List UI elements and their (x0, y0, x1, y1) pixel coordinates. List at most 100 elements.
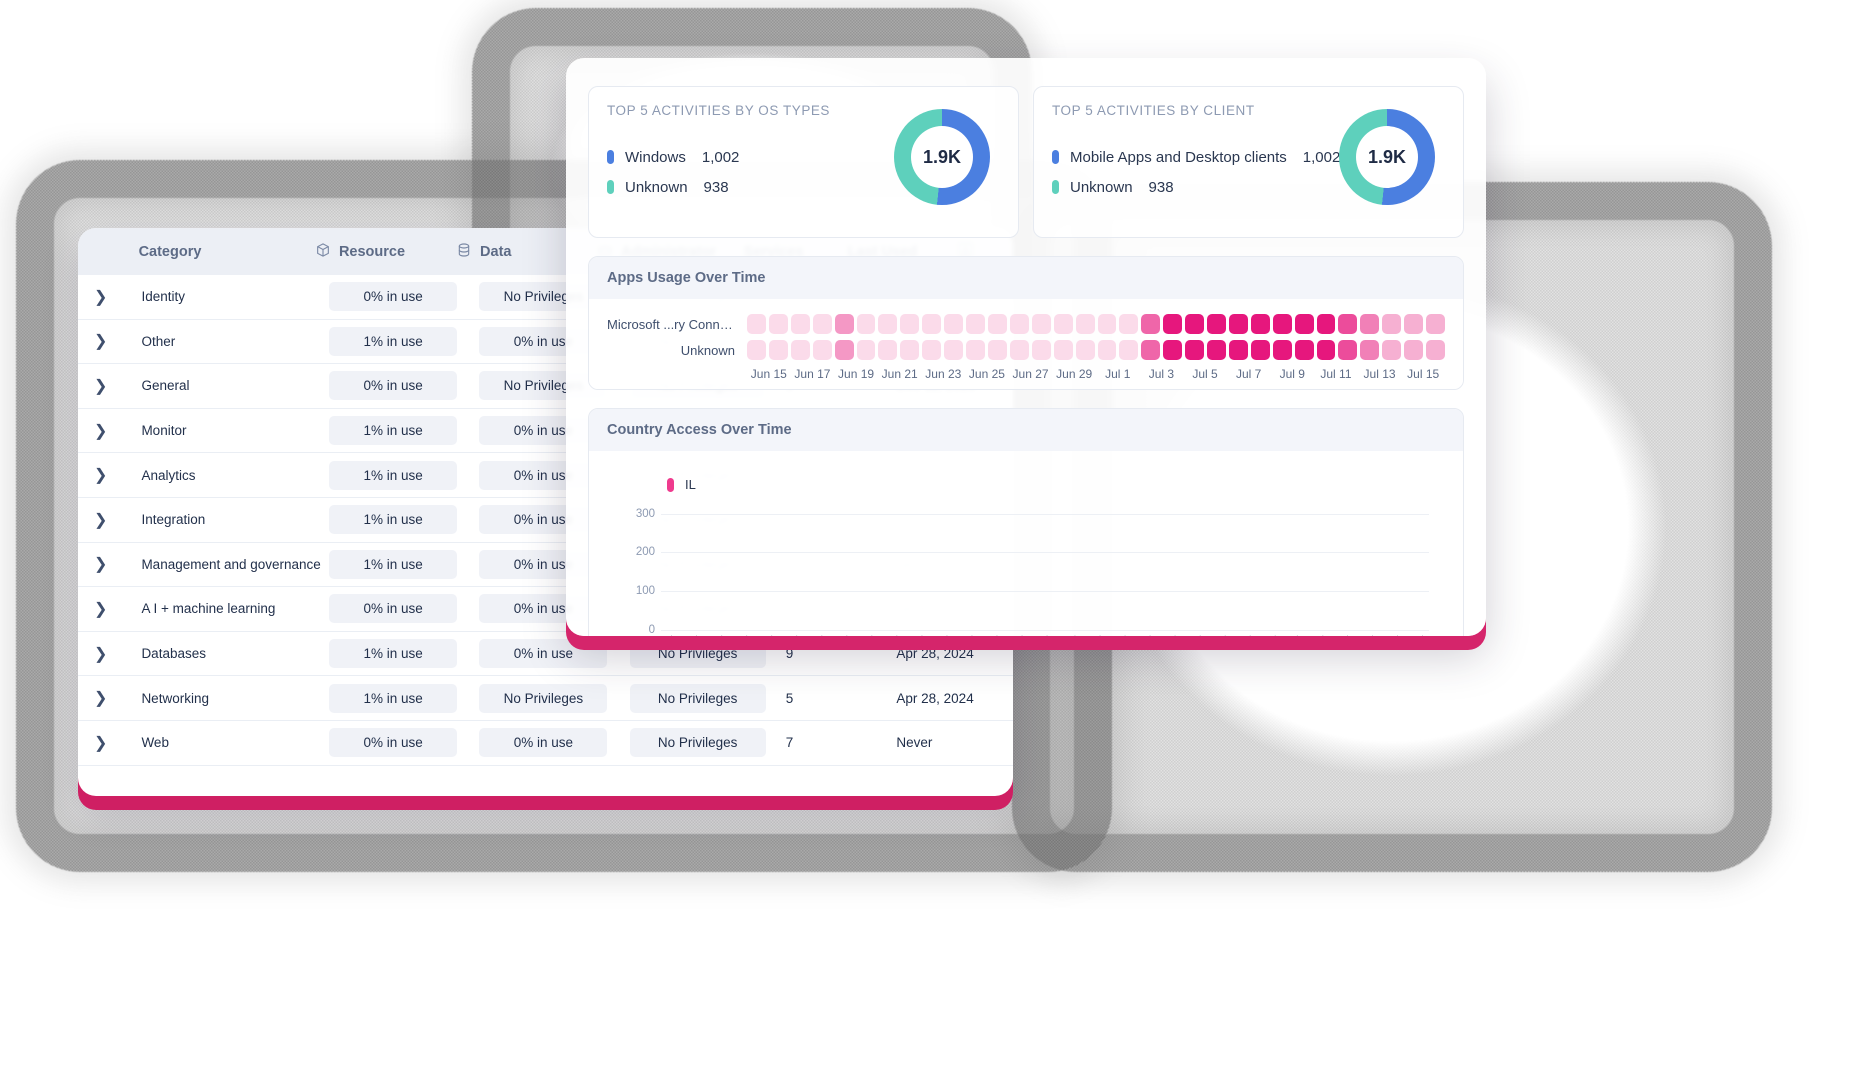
table-row[interactable]: ❯ Databases 1% in use 0% in use No Privilege… (78, 632, 1013, 677)
heatmap-cell[interactable] (856, 340, 876, 360)
heatmap-cell[interactable] (1207, 314, 1226, 334)
heatmap-cell[interactable] (790, 314, 810, 334)
heatmap-x-axis: Jun 15 Jun 17 Jun 19 Jun 21 Jun 23 Jun 25 Jun … (747, 367, 1445, 381)
heatmap-cell[interactable] (1316, 340, 1336, 360)
heatmap-cell[interactable] (747, 314, 766, 334)
legend-label: IL (685, 477, 696, 492)
expand-row-chevron-icon[interactable]: ❯ (94, 331, 141, 351)
heatmap-cell[interactable] (1272, 314, 1292, 334)
heatmap-cell[interactable] (1294, 340, 1314, 360)
heatmap-cell[interactable] (768, 314, 788, 334)
heatmap-cell[interactable] (1426, 314, 1445, 334)
cell-category: Databases (141, 646, 206, 662)
heatmap-cell[interactable] (1207, 340, 1226, 360)
heatmap-cell[interactable] (1053, 314, 1073, 334)
heatmap-cell[interactable] (1097, 314, 1117, 334)
heatmap-cell[interactable] (900, 340, 920, 360)
heatmap-cell[interactable] (966, 314, 985, 334)
donut-chart-os[interactable]: 1.9K (894, 109, 990, 205)
heatmap-cell[interactable] (1338, 340, 1358, 360)
heatmap-cell[interactable] (944, 314, 964, 334)
heatmap-cell[interactable] (812, 314, 832, 334)
donut-chart-client[interactable]: 1.9K (1339, 109, 1435, 205)
country-chart-legend[interactable]: IL (607, 463, 1445, 494)
table-row[interactable]: ❯ Networking 1% in use No Privileges No Priv… (78, 676, 1013, 721)
donut-total-label: 1.9K (1367, 146, 1407, 167)
heatmap-cell[interactable] (1404, 340, 1424, 360)
heatmap-cell[interactable] (944, 340, 964, 360)
table-header-resource[interactable]: Resource (315, 242, 456, 262)
heatmap-cell[interactable] (1163, 314, 1183, 334)
heatmap-cell[interactable] (878, 340, 898, 360)
expand-row-chevron-icon[interactable]: ❯ (94, 287, 141, 307)
heatmap-cell[interactable] (1141, 314, 1161, 334)
table-row[interactable]: ❯ Web 0% in use 0% in use No Privileges 7 Neve… (78, 721, 1013, 766)
heatmap-cell[interactable] (1294, 314, 1314, 334)
heatmap-cell[interactable] (1119, 340, 1139, 360)
cell-resource: 0% in use (329, 728, 479, 758)
expand-row-chevron-icon[interactable]: ❯ (94, 688, 141, 708)
heatmap-cell[interactable] (922, 340, 942, 360)
heatmap-cell[interactable] (1338, 314, 1358, 334)
heatmap-cell[interactable] (834, 340, 854, 360)
heatmap-cell[interactable] (1009, 340, 1029, 360)
heatmap-cell[interactable] (1031, 314, 1051, 334)
heatmap-cell[interactable] (1119, 314, 1139, 334)
heatmap-cell[interactable] (768, 340, 788, 360)
expand-row-chevron-icon[interactable]: ❯ (94, 376, 141, 396)
cell-services: 9 (785, 646, 794, 662)
expand-row-chevron-icon[interactable]: ❯ (94, 510, 141, 530)
heatmap-cell[interactable] (812, 340, 832, 360)
heatmap-cell[interactable] (1185, 340, 1205, 360)
cell-resource: 1% in use (329, 326, 479, 356)
heatmap-rows: Microsoft ...ry Connect Unknown (607, 311, 1445, 363)
heatmap-cell[interactable] (1009, 314, 1029, 334)
heatmap-cell[interactable] (1360, 314, 1380, 334)
heatmap-cell[interactable] (1141, 340, 1161, 360)
heatmap-cell[interactable] (1228, 340, 1248, 360)
heatmap-cell[interactable] (1075, 314, 1095, 334)
heatmap-cell[interactable] (1316, 314, 1336, 334)
cube-icon (315, 242, 331, 262)
heatmap-cell[interactable] (878, 314, 898, 334)
heatmap-cell[interactable] (922, 314, 942, 334)
heatmap-cell[interactable] (1053, 340, 1073, 360)
cell-resource: 0% in use (329, 371, 479, 401)
heatmap-cell[interactable] (1185, 314, 1205, 334)
heatmap-cell[interactable] (1031, 340, 1051, 360)
heatmap-cell[interactable] (856, 314, 876, 334)
country-access-body: IL 3002001000 6/156/166/176/186/196/206/… (589, 451, 1463, 636)
heatmap-cell[interactable] (1404, 314, 1424, 334)
heatmap-cell[interactable] (1250, 340, 1270, 360)
donut-total-label: 1.9K (922, 146, 962, 167)
heatmap-cell[interactable] (987, 340, 1007, 360)
heatmap-cell[interactable] (1382, 314, 1402, 334)
country-area-chart[interactable]: 300 200 100 0 (615, 498, 1437, 636)
expand-row-chevron-icon[interactable]: ❯ (94, 599, 141, 619)
heatmap-cell[interactable] (987, 314, 1007, 334)
heatmap-cell[interactable] (1250, 314, 1270, 334)
heatmap-cell[interactable] (1228, 314, 1248, 334)
heatmap-cell[interactable] (966, 340, 985, 360)
heatmap-cell[interactable] (1382, 340, 1402, 360)
heatmap-cell[interactable] (1075, 340, 1095, 360)
legend-color-swatch (667, 477, 674, 492)
heatmap-x-tick: Jun 29 (1056, 367, 1093, 381)
expand-row-chevron-icon[interactable]: ❯ (94, 733, 141, 753)
expand-row-chevron-icon[interactable]: ❯ (94, 554, 141, 574)
heatmap-cell[interactable] (747, 340, 766, 360)
heatmap-cell[interactable] (1097, 340, 1117, 360)
table-header-category[interactable]: Category (139, 244, 315, 260)
heatmap-cell[interactable] (900, 314, 920, 334)
heatmap-cell[interactable] (1163, 340, 1183, 360)
heatmap-cell[interactable] (790, 340, 810, 360)
heatmap-cell[interactable] (1426, 340, 1445, 360)
expand-row-chevron-icon[interactable]: ❯ (94, 465, 141, 485)
cell-lastused: Never (896, 735, 933, 751)
expand-row-chevron-icon[interactable]: ❯ (94, 421, 141, 441)
heatmap-cell[interactable] (1360, 340, 1380, 360)
heatmap-cell[interactable] (1272, 340, 1292, 360)
heatmap-cell[interactable] (834, 314, 854, 334)
expand-row-chevron-icon[interactable]: ❯ (94, 644, 141, 664)
cell-category: A I + machine learning (141, 601, 276, 617)
